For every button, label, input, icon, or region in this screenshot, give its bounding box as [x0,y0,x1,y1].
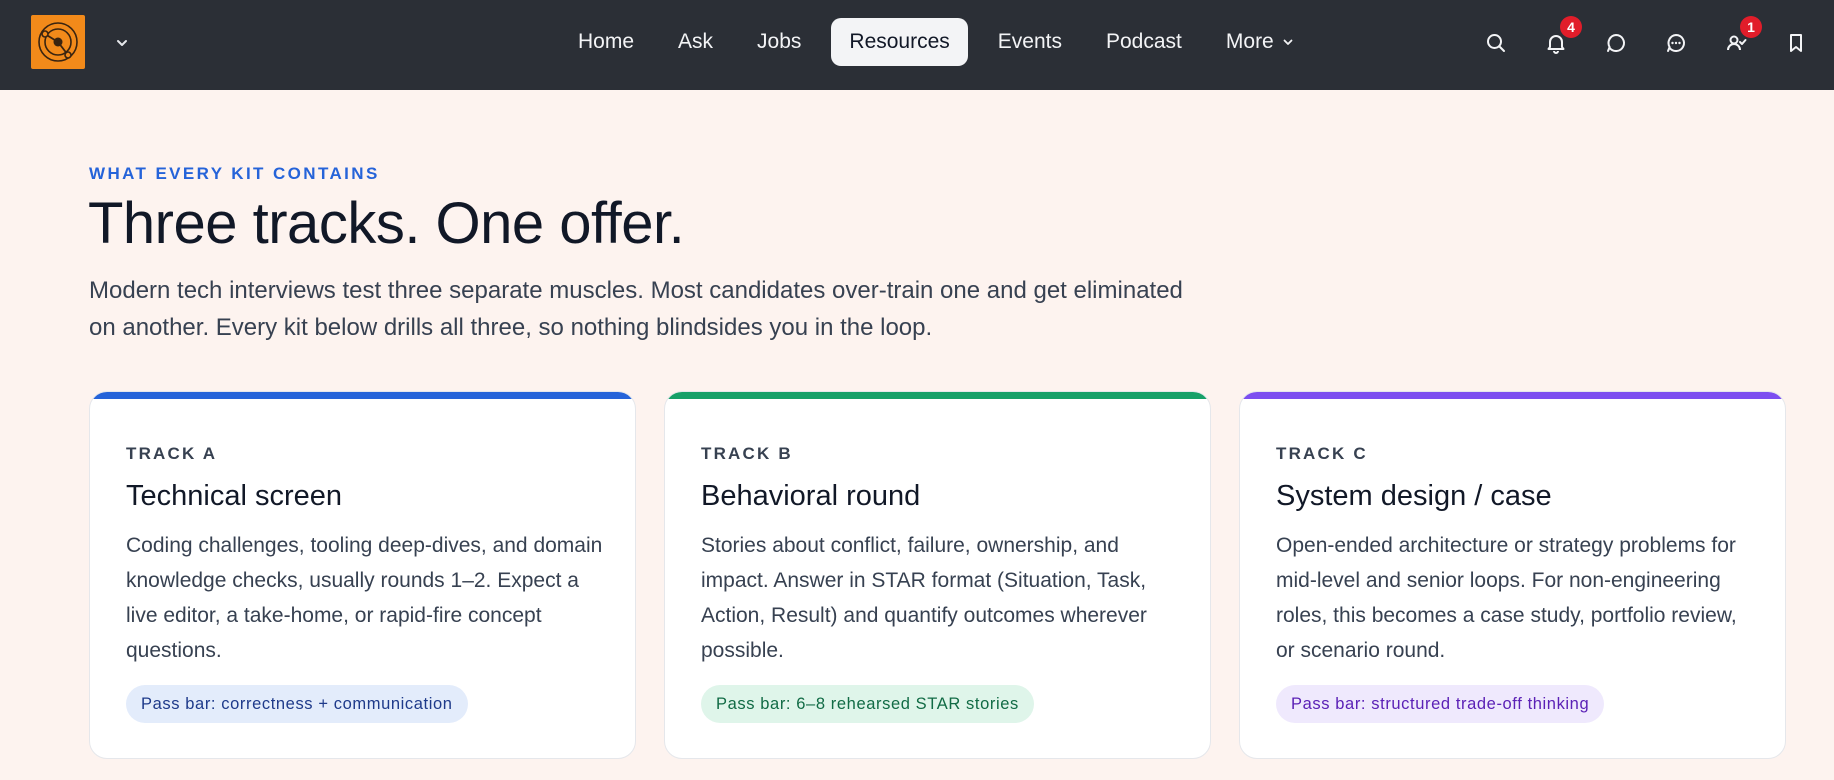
section-description: Modern tech interviews test three separa… [89,277,1183,341]
chat-bubble-icon [1607,34,1625,52]
nav-home[interactable]: Home [556,18,656,66]
track-title: System design / case [1276,480,1552,512]
community-logo[interactable] [31,15,85,69]
nav-events[interactable]: Events [976,18,1084,66]
search-button[interactable] [1478,25,1514,61]
track-title: Behavioral round [701,480,921,512]
chevron-down-icon [1282,36,1294,48]
notifications-button[interactable]: 4 [1538,16,1582,61]
nav-more[interactable]: More [1204,18,1316,66]
nav-jobs[interactable]: Jobs [735,18,823,66]
section-eyebrow: WHAT EVERY KIT CONTAINS [89,164,380,183]
search-icon [1487,34,1505,52]
track-description: Stories about conflict, failure, ownersh… [701,534,1147,662]
track-description: Open-ended architecture or strategy prob… [1276,534,1737,662]
top-navigation-bar: Home Ask Jobs Resources Events Podcast M… [0,0,1834,90]
workspace-switcher-chevron-icon[interactable] [112,33,132,53]
pass-bar-badge: Pass bar: correctness + communication [126,685,468,723]
header-actions: 4 1 [1478,16,1814,61]
nav-ask[interactable]: Ask [656,18,735,66]
track-title: Technical screen [126,480,342,512]
messages-icon [1667,34,1685,52]
nav-podcast[interactable]: Podcast [1084,18,1204,66]
track-label: TRACK C [1276,444,1368,463]
connections-button[interactable]: 1 [1718,16,1762,61]
nav-more-label: More [1225,30,1274,53]
track-description: Coding challenges, tooling deep-dives, a… [126,534,603,662]
chat-button[interactable] [1598,25,1634,61]
track-label: TRACK A [126,444,218,463]
notifications-badge: 4 [1560,16,1582,38]
nav-resources[interactable]: Resources [831,18,968,66]
connections-badge: 1 [1740,16,1762,38]
track-card-system-design: TRACK C System design / case Open-ended … [1239,391,1786,759]
bookmark-icon [1790,34,1802,52]
track-label: TRACK B [701,444,793,463]
pass-bar-badge: Pass bar: 6–8 rehearsed STAR stories [701,685,1034,723]
logo-icon [38,22,78,62]
messages-button[interactable] [1658,25,1694,61]
main-nav: Home Ask Jobs Resources Events Podcast M… [556,18,1316,66]
pass-bar-badge: Pass bar: structured trade-off thinking [1276,685,1605,723]
bookmarks-button[interactable] [1778,25,1814,61]
page-title: Three tracks. One offer. [88,191,685,256]
track-card-technical: TRACK A Technical screen Coding challeng… [89,391,636,759]
track-card-behavioral: TRACK B Behavioral round Stories about c… [664,391,1211,759]
